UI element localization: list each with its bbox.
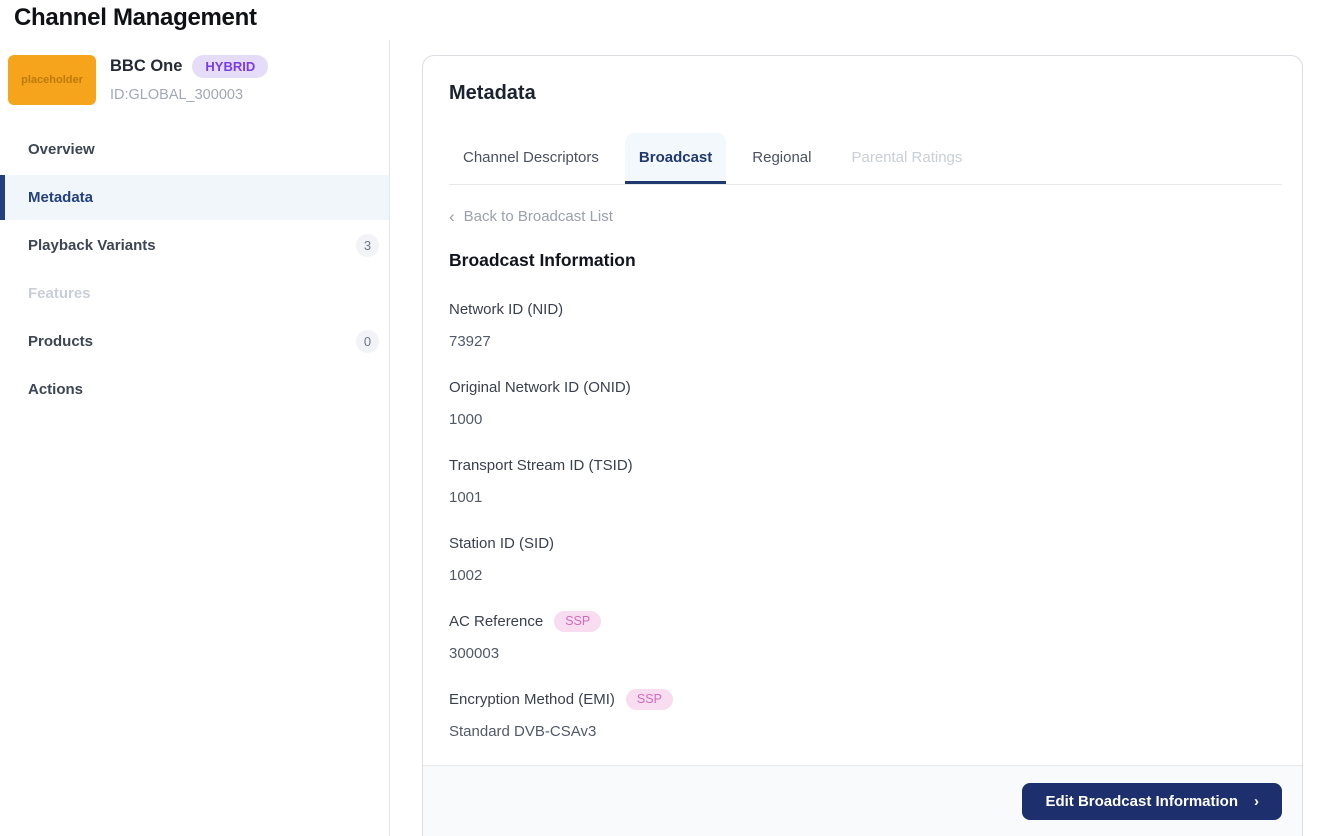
card-footer: Edit Broadcast Information › (423, 765, 1302, 836)
field-value: 1001 (449, 489, 483, 506)
field-ac-reference: AC Reference SSP 300003 (449, 610, 673, 665)
back-to-broadcast-list-link[interactable]: ‹ Back to Broadcast List (449, 208, 613, 225)
back-chevron-icon: ‹ (449, 207, 455, 226)
tab-channel-descriptors[interactable]: Channel Descriptors (449, 133, 613, 184)
field-network-id-nid: Network ID (NID) 73927 (449, 299, 673, 353)
tab-label: Channel Descriptors (463, 148, 599, 166)
tab-label: Parental Ratings (851, 148, 963, 166)
field-label: AC Reference (449, 612, 544, 630)
back-link-label: Back to Broadcast List (463, 208, 613, 225)
tab-regional[interactable]: Regional (738, 133, 825, 184)
field-label: Original Network ID (ONID) (449, 378, 631, 396)
sidebar-item-overview[interactable]: Overview (0, 127, 389, 172)
tab-parental-ratings: Parental Ratings (837, 133, 976, 184)
field-value: 300003 (449, 645, 500, 662)
count-badge: 0 (356, 330, 379, 353)
channel-type-badge: HYBRID (192, 55, 269, 78)
sidebar-item-label: Overview (28, 141, 95, 158)
sidebar-item-label: Actions (28, 381, 84, 398)
channel-title-row: BBC One HYBRID (110, 55, 269, 78)
edit-button-label: Edit Broadcast Information (1045, 793, 1238, 810)
sidebar-item-label: Products (28, 333, 94, 350)
ssp-badge: SSP (554, 610, 602, 632)
channel-name: BBC One (110, 57, 183, 75)
tab-label: Broadcast (638, 148, 713, 166)
field-label: Station ID (SID) (449, 534, 555, 552)
sidebar-item-label: Playback Variants (28, 237, 156, 254)
field-label: Transport Stream ID (TSID) (449, 456, 633, 474)
section-title: Broadcast Information (449, 250, 636, 270)
field-value: 1000 (449, 411, 483, 428)
sidebar-item-features: Features (0, 271, 389, 316)
broadcast-fields: Network ID (NID) 73927 Original Network … (449, 299, 673, 767)
metadata-tabs: Channel Descriptors Broadcast Regional P… (449, 133, 988, 184)
sidebar-nav: Overview Metadata Playback Variants 3 Fe… (0, 127, 389, 415)
field-original-network-id-onid: Original Network ID (ONID) 1000 (449, 377, 673, 431)
channel-logo: placeholder (8, 55, 96, 105)
edit-broadcast-information-button[interactable]: Edit Broadcast Information › (1022, 783, 1282, 820)
sidebar-item-products[interactable]: Products 0 (0, 319, 389, 364)
page-title: Channel Management (14, 4, 257, 31)
field-transport-stream-id-tsid: Transport Stream ID (TSID) 1001 (449, 455, 673, 509)
channel-logo-text: placeholder (21, 74, 83, 86)
channel-id: ID:GLOBAL_300003 (110, 87, 244, 103)
ssp-badge: SSP (625, 688, 673, 710)
sidebar: placeholder BBC One HYBRID ID:GLOBAL_300… (0, 40, 390, 836)
chevron-right-icon: › (1254, 793, 1259, 810)
count-badge: 3 (356, 234, 379, 257)
field-value: 1002 (449, 567, 483, 584)
field-value: 73927 (449, 333, 491, 350)
tabs-divider (449, 184, 1282, 185)
field-value: Standard DVB-CSAv3 (449, 723, 597, 740)
field-station-id-sid: Station ID (SID) 1002 (449, 533, 673, 587)
field-label: Network ID (NID) (449, 300, 564, 318)
field-label: Encryption Method (EMI) (449, 690, 615, 708)
sidebar-item-playback-variants[interactable]: Playback Variants 3 (0, 223, 389, 268)
sidebar-item-label: Metadata (28, 189, 94, 206)
sidebar-item-actions[interactable]: Actions (0, 367, 389, 412)
card-title: Metadata (449, 82, 536, 104)
tab-broadcast[interactable]: Broadcast (624, 133, 727, 184)
channel-management-page: Channel Management placeholder BBC One H… (0, 0, 1320, 836)
metadata-card: Metadata Channel Descriptors Broadcast R… (422, 55, 1303, 836)
sidebar-item-label: Features (28, 285, 91, 302)
sidebar-item-metadata[interactable]: Metadata (0, 175, 389, 220)
field-encryption-method-emi: Encryption Method (EMI) SSP Standard DVB… (449, 688, 673, 743)
tab-label: Regional (752, 148, 812, 166)
